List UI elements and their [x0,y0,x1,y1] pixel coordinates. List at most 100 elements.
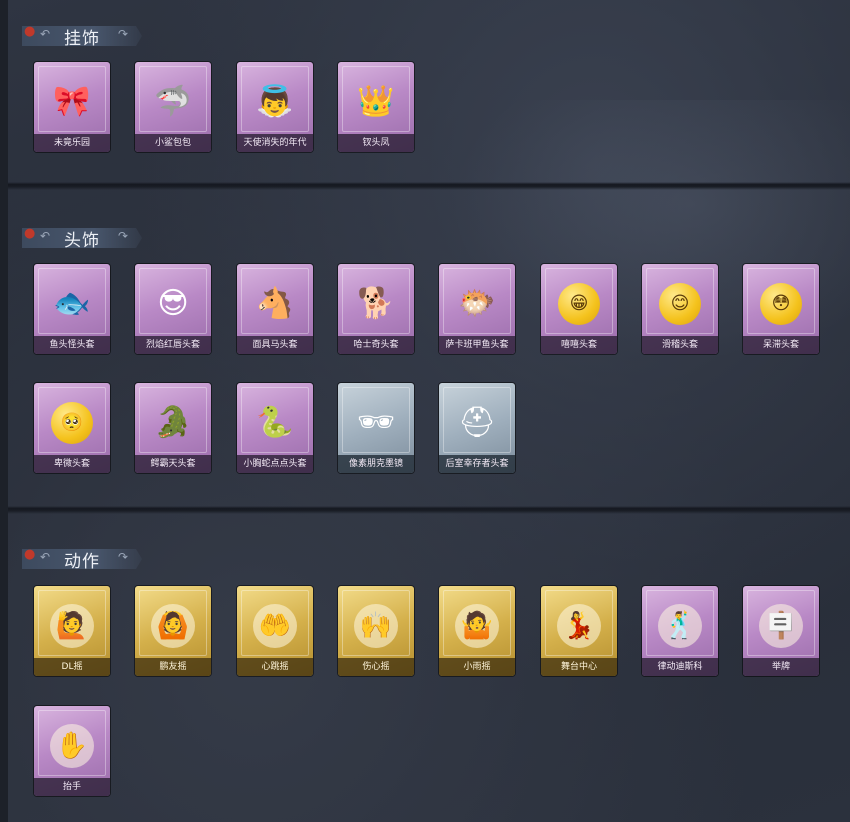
emoji-face-icon: 😁 [558,283,600,325]
item-label: 萨卡班甲鱼头套 [439,336,515,354]
item-label: 鱼头怪头套 [34,336,110,354]
item-icon: 👑 [357,84,395,119]
item-label: 钗头凤 [338,134,414,152]
item-card[interactable]: 😊 滑稽头套 [642,264,718,354]
emoji-face-icon: 🥺 [51,402,93,444]
section-title: 挂饰 [64,29,100,49]
item-card-frame: 🕶 像素朋克墨镜 [338,383,414,473]
item-card[interactable]: 🪧 举牌 [743,586,819,676]
item-card[interactable]: ⛑ 后室幸存者头套 [439,383,515,473]
item-card-frame: 🙌 伤心摇 [338,586,414,676]
item-card[interactable]: 💃 舞台中心 [541,586,617,676]
pose-icon: 🕺 [658,604,702,648]
item-card[interactable]: 🤲 心跳摇 [237,586,313,676]
item-card-frame: 😎 烈焰红唇头套 [135,264,211,354]
item-card[interactable]: 🥺 卑微头套 [34,383,110,473]
item-icon: 🐍 [256,405,294,440]
item-card[interactable]: 🐍 小胸蛇点点头套 [237,383,313,473]
item-card[interactable]: 🕺 律动迪斯科 [642,586,718,676]
item-label: 呆滞头套 [743,336,819,354]
item-icon: 🐴 [256,286,294,321]
section-divider [8,182,850,190]
item-label: 舞台中心 [541,658,617,676]
item-card[interactable]: 😁 嘻嘻头套 [541,264,617,354]
forward-arrow-icon: ↷ [118,550,129,564]
item-label: 哈士奇头套 [338,336,414,354]
section-header: ● ↶ 头饰 ↷ [22,226,162,251]
item-label: 心跳摇 [237,658,313,676]
forward-arrow-icon: ↷ [118,229,129,243]
pose-icon: 🤷 [455,604,499,648]
pin-icon: ● [24,24,36,39]
item-label: 伤心摇 [338,658,414,676]
item-card-frame: 🙆 鹏友摇 [135,586,211,676]
item-card[interactable]: ✋ 抬手 [34,706,110,796]
item-label: 抬手 [34,778,110,796]
item-icon: 🐡 [458,286,496,321]
item-icon: 🐕 [357,286,395,321]
item-label: 小鲨包包 [135,134,211,152]
pose-icon: 🪧 [759,604,803,648]
item-card[interactable]: 🎀 未竟乐园 [34,62,110,152]
section-divider [8,506,850,514]
item-label: 烈焰红唇头套 [135,336,211,354]
item-label: 小雨摇 [439,658,515,676]
item-label: 未竟乐园 [34,134,110,152]
item-icon: 👼 [256,84,294,119]
item-label: 嘻嘻头套 [541,336,617,354]
item-card-frame: 🐡 萨卡班甲鱼头套 [439,264,515,354]
item-card-frame: ✋ 抬手 [34,706,110,796]
item-icon: 🐊 [154,405,192,440]
forward-arrow-icon: ↷ [118,27,129,41]
item-card[interactable]: 🐟 鱼头怪头套 [34,264,110,354]
item-label: 鹏友摇 [135,658,211,676]
item-label: 律动迪斯科 [642,658,718,676]
back-arrow-icon: ↶ [40,27,51,41]
item-card-frame: 🐟 鱼头怪头套 [34,264,110,354]
item-card-frame: 🪧 举牌 [743,586,819,676]
item-card-frame: 🙋 DL摇 [34,586,110,676]
back-arrow-icon: ↶ [40,550,51,564]
item-card[interactable]: 👼 天使消失的年代 [237,62,313,152]
item-card[interactable]: 😎 烈焰红唇头套 [135,264,211,354]
item-card-frame: 😳 呆滞头套 [743,264,819,354]
pose-icon: 💃 [557,604,601,648]
item-card[interactable]: 🐡 萨卡班甲鱼头套 [439,264,515,354]
item-card-frame: 🐍 小胸蛇点点头套 [237,383,313,473]
item-card[interactable]: 🐊 鳄霸天头套 [135,383,211,473]
item-label: 卑微头套 [34,455,110,473]
pin-icon: ● [24,226,36,241]
item-label: 面具马头套 [237,336,313,354]
item-card-frame: 😁 嘻嘻头套 [541,264,617,354]
item-card-frame: 🎀 未竟乐园 [34,62,110,152]
item-card-frame: 💃 舞台中心 [541,586,617,676]
item-card-frame: 👑 钗头凤 [338,62,414,152]
item-card-frame: 🦈 小鲨包包 [135,62,211,152]
item-card[interactable]: 🙆 鹏友摇 [135,586,211,676]
item-card[interactable]: 🙌 伤心摇 [338,586,414,676]
item-card[interactable]: 😳 呆滞头套 [743,264,819,354]
item-card-frame: 🐊 鳄霸天头套 [135,383,211,473]
item-label: DL摇 [34,658,110,676]
item-card[interactable]: 🐴 面具马头套 [237,264,313,354]
section-title: 头饰 [64,231,100,251]
pose-icon: 🤲 [253,604,297,648]
section-title: 动作 [64,552,100,572]
item-card[interactable]: 🐕 哈士奇头套 [338,264,414,354]
item-label: 滑稽头套 [642,336,718,354]
item-card[interactable]: 🙋 DL摇 [34,586,110,676]
emoji-face-icon: 😊 [659,283,701,325]
item-card-frame: 🤲 心跳摇 [237,586,313,676]
item-card-frame: 🐴 面具马头套 [237,264,313,354]
item-icon: 🕶 [356,405,396,440]
item-card-frame: 🐕 哈士奇头套 [338,264,414,354]
item-card[interactable]: 🕶 像素朋克墨镜 [338,383,414,473]
item-icon: 🦈 [154,84,192,119]
item-card-frame: ⛑ 后室幸存者头套 [439,383,515,473]
item-card[interactable]: 🦈 小鲨包包 [135,62,211,152]
section-header: ● ↶ 挂饰 ↷ [22,24,162,49]
item-card[interactable]: 🤷 小雨摇 [439,586,515,676]
item-card[interactable]: 👑 钗头凤 [338,62,414,152]
pose-icon: 🙌 [354,604,398,648]
item-label: 天使消失的年代 [237,134,313,152]
